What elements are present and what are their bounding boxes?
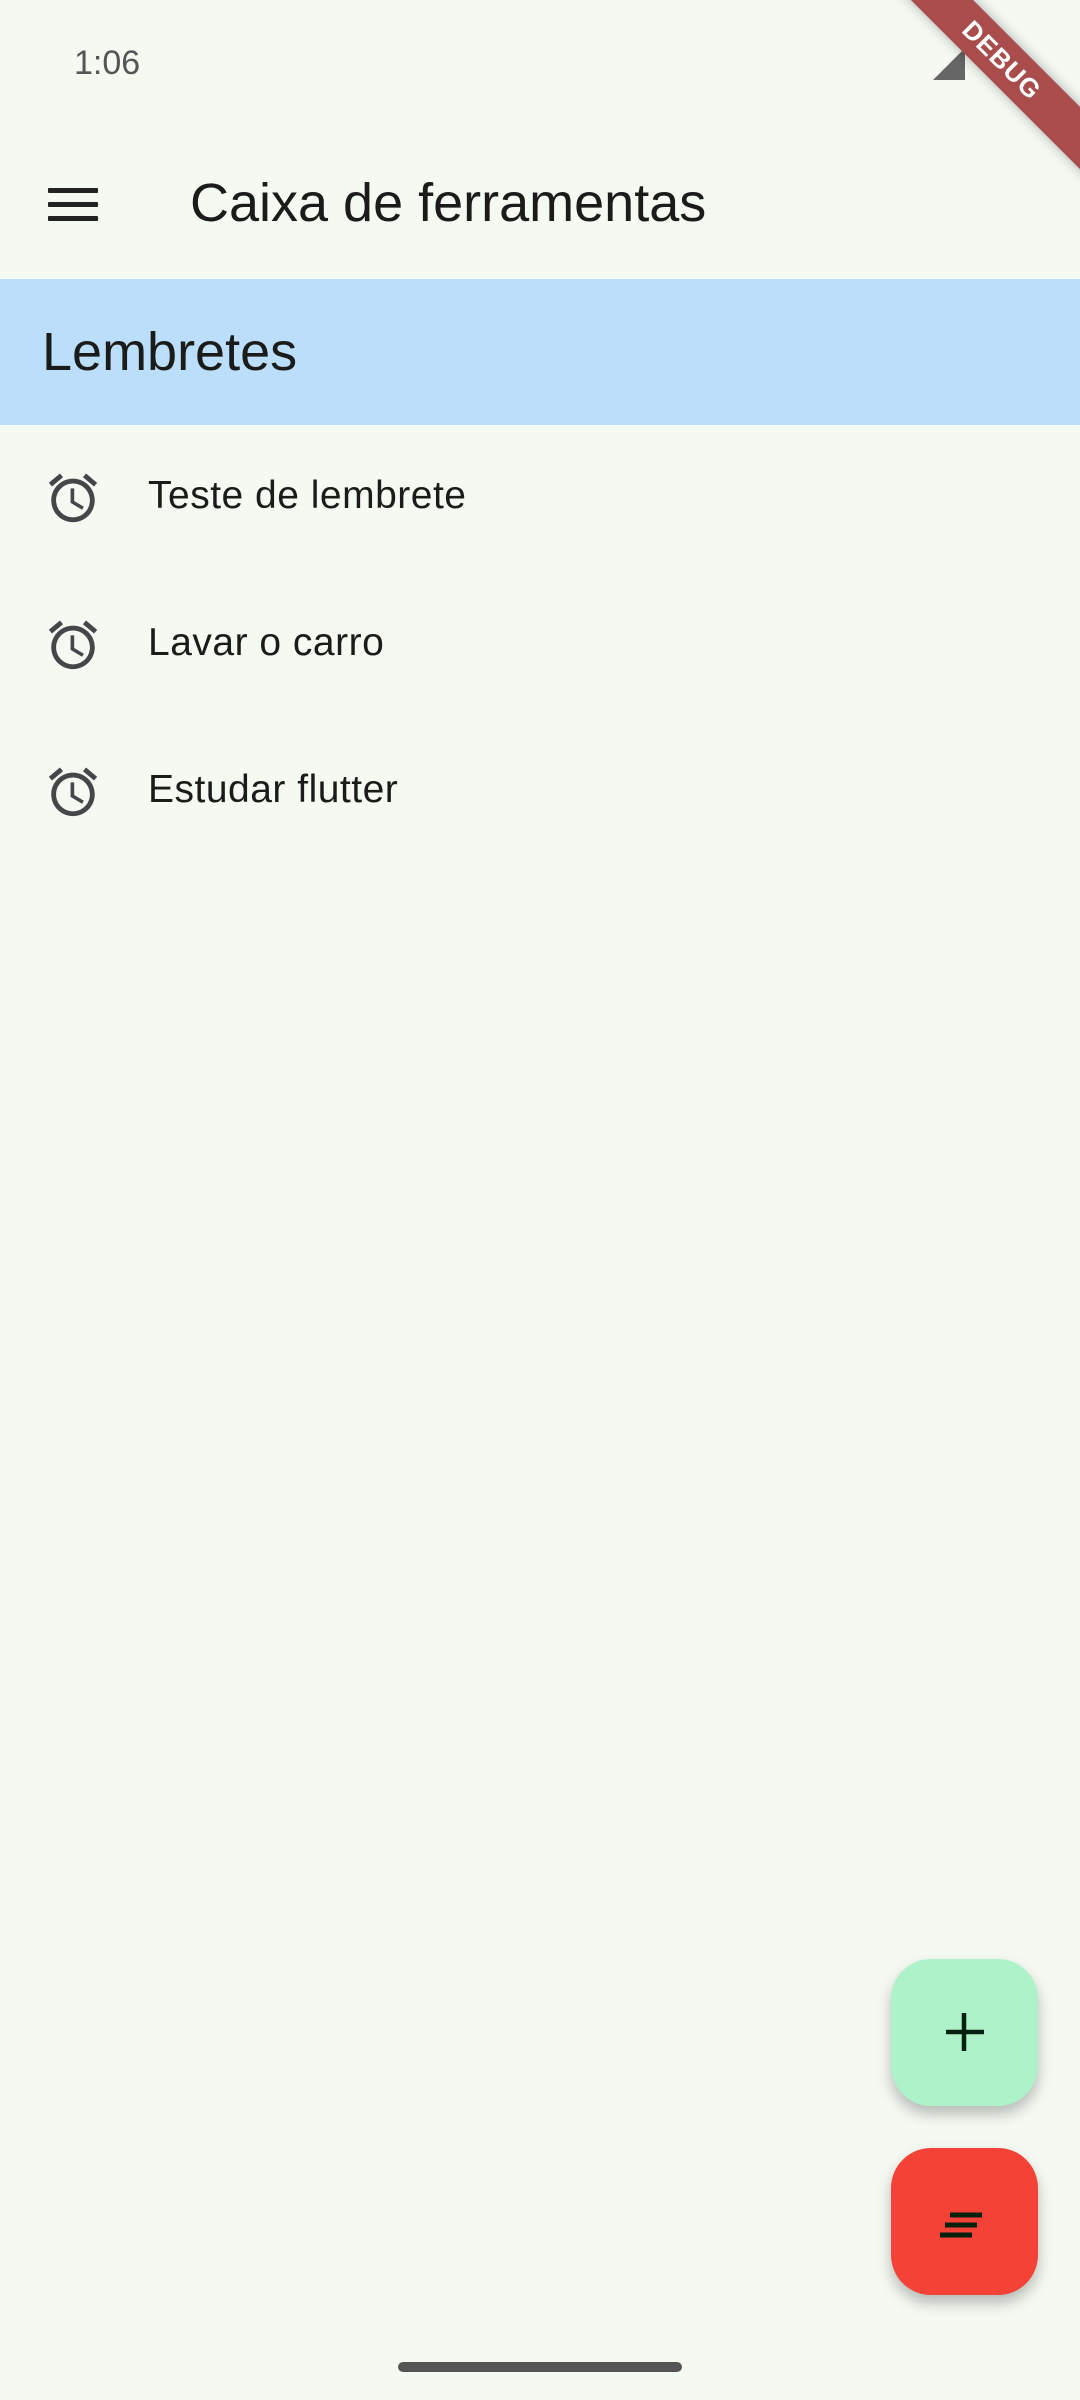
- signal-icon: [933, 48, 965, 80]
- sort-icon: [940, 2212, 982, 2238]
- section-title: Lembretes: [42, 322, 298, 382]
- alarm-icon: [48, 767, 98, 817]
- reminder-label: Teste de lembrete: [148, 474, 467, 517]
- section-header: Lembretes: [0, 279, 1080, 425]
- list-item[interactable]: Lavar o carro: [0, 571, 1080, 718]
- alarm-icon: [48, 473, 98, 523]
- list-item[interactable]: Teste de lembrete: [0, 424, 1080, 571]
- menu-icon[interactable]: [48, 188, 98, 224]
- app-bar: Caixa de ferramentas: [0, 140, 1080, 278]
- status-time: 1:06: [74, 44, 141, 82]
- alarm-icon: [48, 620, 98, 670]
- add-button[interactable]: [891, 1959, 1038, 2106]
- plus-icon: [946, 2013, 984, 2051]
- page-title: Caixa de ferramentas: [190, 173, 707, 233]
- home-indicator[interactable]: [398, 2362, 682, 2372]
- reminder-label: Lavar o carro: [148, 621, 385, 664]
- sort-button[interactable]: [891, 2148, 1038, 2295]
- list-item[interactable]: Estudar flutter: [0, 718, 1080, 865]
- reminder-label: Estudar flutter: [148, 768, 399, 811]
